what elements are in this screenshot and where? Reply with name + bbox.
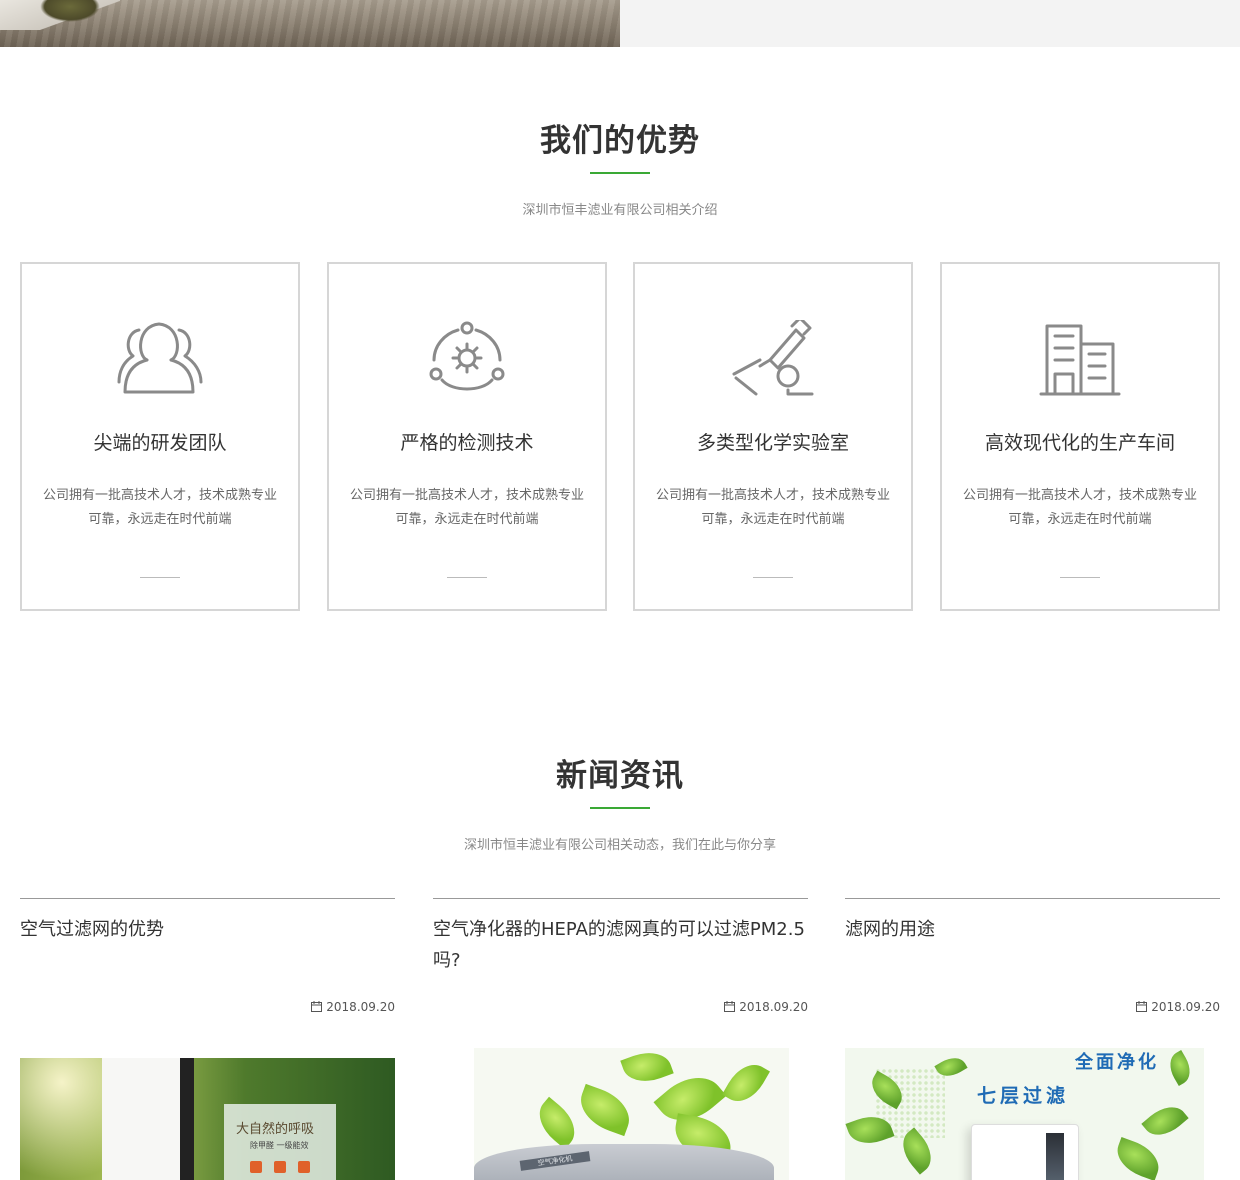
card-divider (140, 577, 180, 578)
news-subtitle: 深圳市恒丰滤业有限公司相关动态，我们在此与你分享 (463, 838, 776, 853)
card-title: 严格的检测技术 (400, 432, 534, 454)
banner-photo (0, 0, 620, 47)
top-banner (0, 0, 1240, 47)
purifier-image (102, 1058, 194, 1180)
card-description: 公司拥有一批高技术人才，技术成熟专业 可靠，永远走在时代前端 (349, 488, 584, 527)
card-description: 公司拥有一批高技术人才，技术成熟专业 可靠，永远走在时代前端 (655, 488, 890, 527)
purifier-image (971, 1124, 1079, 1180)
promo-headline: 大自然的呼吸 (236, 1122, 315, 1137)
advantage-card-laboratory[interactable]: 多类型化学实验室 公司拥有一批高技术人才，技术成熟专业 可靠，永远走在时代前端 (633, 262, 913, 611)
news-date: 2018.09.20 (724, 1000, 808, 1014)
calendar-icon (1136, 1001, 1148, 1012)
microscope-icon (730, 316, 816, 396)
card-divider (753, 577, 793, 578)
news-thumbnail-purifier-forest[interactable]: 大自然的呼吸 除甲醛 一级能效 (20, 1058, 395, 1180)
gear-cycle-icon (424, 320, 510, 396)
card-divider (447, 577, 487, 578)
news-thumbnail-purifier-leaves[interactable]: 空气净化机 (474, 1048, 789, 1180)
news-title-link[interactable]: 滤网的用途 (845, 914, 1220, 945)
card-divider (1060, 577, 1100, 578)
calendar-icon (311, 1001, 323, 1012)
advantages-subtitle: 深圳市恒丰滤业有限公司相关介绍 (522, 203, 718, 218)
news-date-text: 2018.09.20 (739, 1000, 808, 1014)
promo-tagline: 七层过滤 (977, 1085, 1070, 1107)
advantage-card-inspection[interactable]: 严格的检测技术 公司拥有一批高技术人才，技术成熟专业 可靠，永远走在时代前端 (327, 262, 607, 611)
news-date-text: 2018.09.20 (1151, 1000, 1220, 1014)
news-title-link[interactable]: 空气净化器的HEPA的滤网真的可以过滤PM2.5吗? (433, 914, 808, 976)
news-title-link[interactable]: 空气过滤网的优势 (20, 914, 395, 945)
advantages-title-underline (590, 172, 650, 174)
news-thumbnail-seven-layer[interactable]: 全面净化 七层过滤 (845, 1048, 1204, 1180)
news-divider (433, 898, 808, 899)
news-date: 2018.09.20 (1136, 1000, 1220, 1014)
card-title: 尖端的研发团队 (93, 432, 227, 454)
card-description: 公司拥有一批高技术人才，技术成熟专业 可靠，永远走在时代前端 (962, 488, 1197, 527)
promo-tagline: 除甲醛 一级能效 (250, 1141, 309, 1150)
calendar-icon (724, 1001, 736, 1012)
card-title: 多类型化学实验室 (696, 432, 849, 454)
news-date: 2018.09.20 (311, 1000, 395, 1014)
promo-headline: 全面净化 (1075, 1052, 1159, 1073)
news-divider (845, 898, 1220, 899)
banner-background (620, 0, 1240, 47)
advantage-card-research-team[interactable]: 尖端的研发团队 公司拥有一批高技术人才，技术成熟专业 可靠，永远走在时代前端 (20, 262, 300, 611)
advantages-title: 我们的优势 (540, 123, 700, 159)
card-title: 高效现代化的生产车间 (984, 432, 1175, 454)
news-date-text: 2018.09.20 (326, 1000, 395, 1014)
news-divider (20, 898, 395, 899)
card-description: 公司拥有一批高技术人才，技术成熟专业 可靠，永远走在时代前端 (42, 488, 277, 527)
promo-panel: 大自然的呼吸 除甲醛 一级能效 (224, 1104, 336, 1180)
building-icon (1037, 320, 1123, 396)
news-title-underline (590, 807, 650, 809)
news-title: 新闻资讯 (556, 758, 684, 794)
team-icon (117, 320, 203, 396)
advantage-card-workshop[interactable]: 高效现代化的生产车间 公司拥有一批高技术人才，技术成熟专业 可靠，永远走在时代前… (940, 262, 1220, 611)
